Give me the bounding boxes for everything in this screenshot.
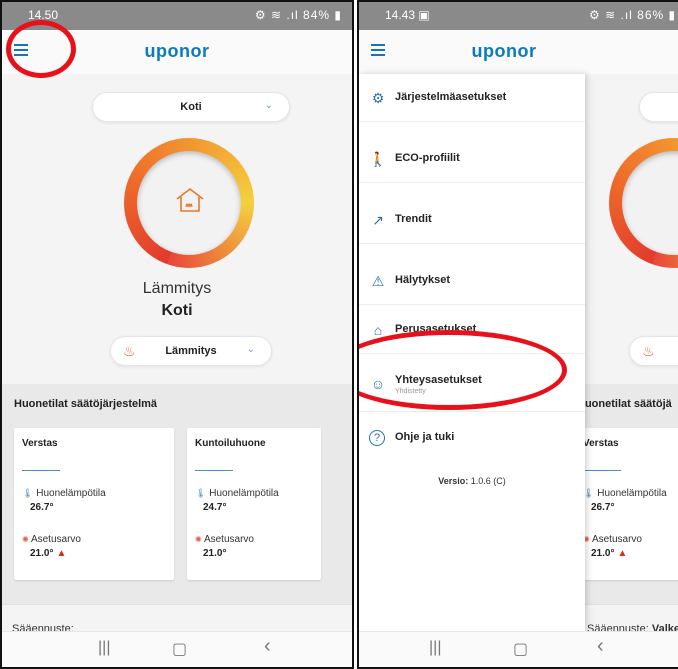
rooms-title: Huonetilat säätöjärjestelmä xyxy=(14,398,158,410)
mode-select[interactable]: ♨ xyxy=(629,336,678,366)
menu-item-trends[interactable]: ↗ Trendit xyxy=(359,196,585,244)
room-setpoint-label: ✺ Asetusarvo xyxy=(22,534,81,545)
room-card-kuntoiluhuone[interactable]: Kuntoiluhuone 🌡 Huonelämpötila 24.7° ✺ A… xyxy=(187,428,321,580)
gauge-mode-label: Lämmitys xyxy=(142,280,212,297)
phone-screen-home: 14.50 ⚙ ≋ .ıl 84% ▮ uponor Koti ⌄ Lämmit… xyxy=(0,0,354,669)
menu-item-label: Trendit xyxy=(395,213,432,225)
status-bar: 14.50 ⚙ ≋ .ıl 84% ▮ xyxy=(2,2,352,30)
thermometer-icon: 🌡 xyxy=(195,488,207,498)
rising-arrow-icon: ▲ xyxy=(56,548,67,559)
rising-arrow-icon: ▲ xyxy=(617,548,628,559)
setpoint-icon: ✺ xyxy=(195,535,202,544)
home-icon: ⌂ xyxy=(373,322,383,338)
home-button[interactable]: ▢ xyxy=(513,639,528,659)
menu-item-help[interactable]: ? Ohje ja tuki xyxy=(359,414,585,462)
room-card-verstas[interactable]: Verstas 🌡 Huonelämpötila 26.7° ✺ Asetusa… xyxy=(575,428,678,580)
rooms-title: Huonetilat säätöjä xyxy=(577,398,672,410)
room-setpoint-value: 21.0° xyxy=(203,548,227,559)
android-nav-bar: ||| ▢ ‹ xyxy=(359,631,678,667)
uponor-logo: uponor xyxy=(144,41,210,61)
chevron-down-icon: ⌄ xyxy=(246,344,255,355)
menu-item-label: Perusasetukset xyxy=(395,323,477,335)
menu-item-label: ECO-profiilit xyxy=(395,152,460,164)
room-name: Kuntoiluhuone xyxy=(195,438,266,449)
heating-home-icon xyxy=(176,187,204,212)
trend-icon: ↗ xyxy=(372,212,384,228)
phone-screen-menu: 14.43 ▣ ⚙ ≋ .ıl 86% ▮ uponor ♨ Huonetila… xyxy=(357,0,678,669)
room-temperature-label: 🌡 Huonelämpötila xyxy=(195,488,279,499)
connection-status: Yhdistetty xyxy=(395,388,426,395)
flame-icon: ♨ xyxy=(642,343,655,359)
room-setpoint-label: ✺ Asetusarvo xyxy=(583,534,642,545)
status-time: 14.43 ▣ xyxy=(385,8,430,22)
room-card-verstas[interactable]: Verstas 🌡 Huonelämpötila 26.7° ✺ Asetusa… xyxy=(14,428,174,580)
location-select-value: Koti xyxy=(180,101,202,113)
app-bar: uponor xyxy=(2,30,352,74)
room-temperature-label: 🌡 Huonelämpötila xyxy=(583,488,667,499)
mode-select[interactable]: ♨ Lämmitys ⌄ xyxy=(110,336,272,366)
menu-item-label: Yhteysasetukset xyxy=(395,374,482,386)
location-select[interactable] xyxy=(639,92,678,122)
status-icons: ⚙ ≋ .ıl 86% ▮ xyxy=(589,8,677,22)
gauge-zone-label: Koti xyxy=(161,302,193,319)
room-name: Verstas xyxy=(22,438,58,449)
room-temperature-value: 24.7° xyxy=(203,502,227,513)
app-version: Versio: 1.0.6 (C) xyxy=(438,476,506,486)
room-setpoint-value: 21.0° ▲ xyxy=(591,548,628,559)
back-button[interactable]: ‹ xyxy=(597,635,604,658)
gear-icon: ⚙ xyxy=(371,90,385,106)
chevron-down-icon: ⌄ xyxy=(264,100,273,111)
warning-icon: ⚠ xyxy=(371,273,385,289)
home-button[interactable]: ▢ xyxy=(172,639,187,659)
menu-item-label: Ohje ja tuki xyxy=(395,431,455,443)
recent-apps-button[interactable]: ||| xyxy=(429,639,441,657)
room-name: Verstas xyxy=(583,438,619,449)
status-icons: ⚙ ≋ .ıl 84% ▮ xyxy=(254,8,342,22)
room-temperature-value: 26.7° xyxy=(591,502,615,513)
room-setpoint-value: 21.0° ▲ xyxy=(30,548,67,559)
menu-item-label: Järjestelmäasetukset xyxy=(395,91,507,103)
location-select[interactable]: Koti ⌄ xyxy=(92,92,290,122)
room-setpoint-label: ✺ Asetusarvo xyxy=(195,534,254,545)
person-icon: 🚶 xyxy=(369,151,387,167)
room-temperature-value: 26.7° xyxy=(30,502,54,513)
home-content: Koti ⌄ Lämmitys Koti ♨ Lämmitys ⌄ Huonet… xyxy=(2,74,352,644)
app-bar: uponor xyxy=(359,30,678,74)
menu-item-connection-settings[interactable]: ☺ Yhteysasetukset Yhdistetty xyxy=(359,360,585,412)
room-temperature-label: 🌡 Huonelämpötila xyxy=(22,488,106,499)
room-trend-line xyxy=(195,470,233,471)
menu-item-label: Hälytykset xyxy=(395,274,451,286)
android-nav-bar: ||| ▢ ‹ xyxy=(2,631,352,667)
setpoint-icon: ✺ xyxy=(22,535,29,544)
thermometer-icon: 🌡 xyxy=(22,488,34,498)
room-trend-line xyxy=(583,470,621,471)
status-time: 14.50 xyxy=(28,8,59,22)
navigation-drawer: ⚙ Järjestelmäasetukset 🚶 ECO-profiilit ↗… xyxy=(359,74,585,631)
recent-apps-button[interactable]: ||| xyxy=(98,639,110,657)
uponor-logo: uponor xyxy=(471,41,537,61)
users-icon: ☺ xyxy=(370,376,386,392)
help-icon: ? xyxy=(369,430,385,446)
menu-item-basic-settings[interactable]: ⌂ Perusasetukset xyxy=(359,306,585,354)
menu-item-alarms[interactable]: ⚠ Hälytykset xyxy=(359,257,585,305)
status-bar: 14.43 ▣ ⚙ ≋ .ıl 86% ▮ xyxy=(359,2,678,30)
menu-item-system-settings[interactable]: ⚙ Järjestelmäasetukset xyxy=(359,74,585,122)
room-trend-line xyxy=(22,470,60,471)
rooms-section: Huonetilat säätöjärjestelmä Verstas 🌡 Hu… xyxy=(2,384,352,604)
menu-item-eco-profiles[interactable]: 🚶 ECO-profiilit xyxy=(359,135,585,183)
back-button[interactable]: ‹ xyxy=(264,635,271,658)
